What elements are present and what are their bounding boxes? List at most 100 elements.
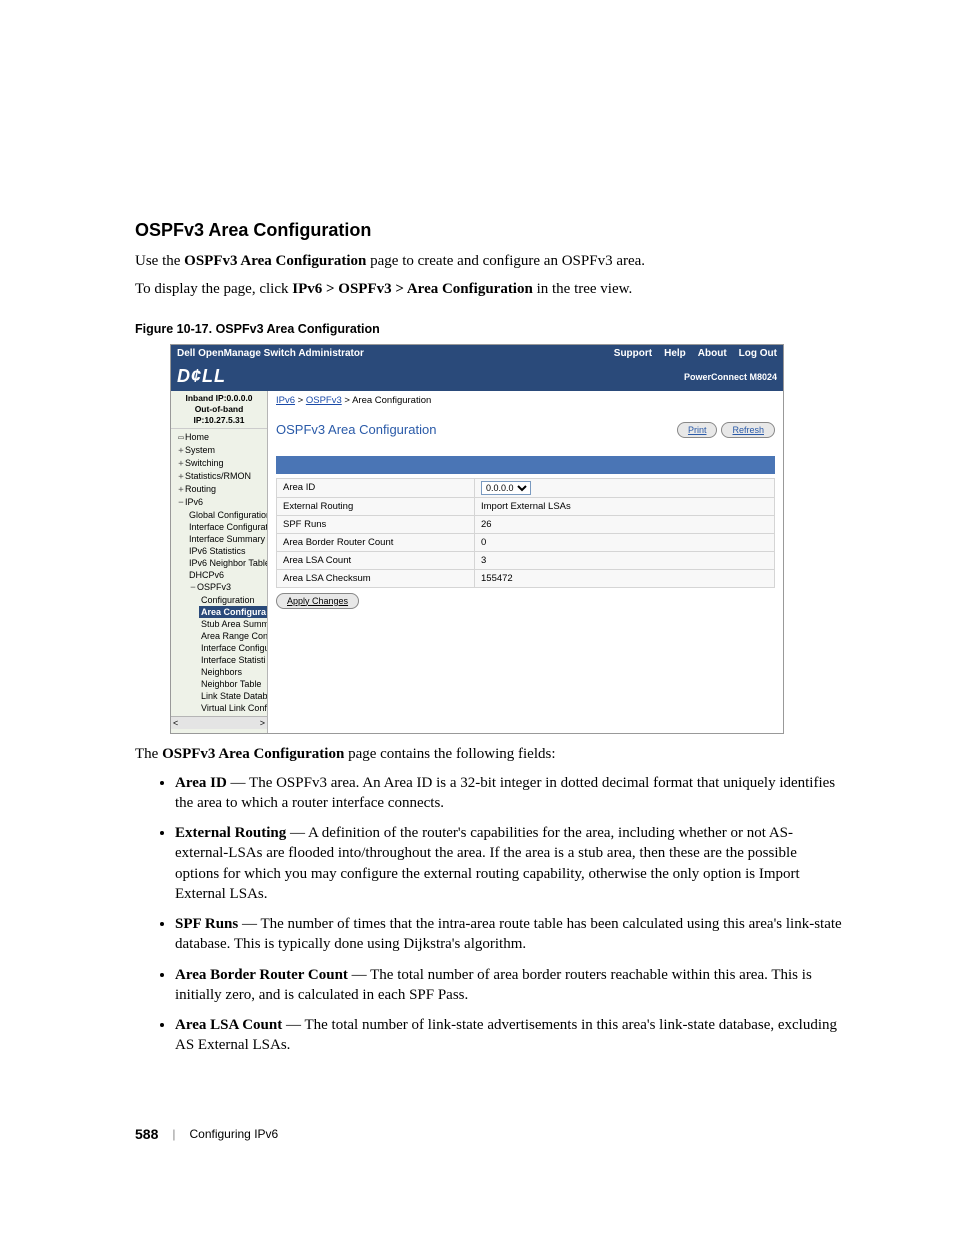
row-label: Area LSA Checksum (277, 569, 475, 587)
row-label: External Routing (277, 497, 475, 515)
tree-statistics[interactable]: +Statistics/RMON (175, 470, 267, 483)
inband-ip: Inband IP:0.0.0.0 (171, 393, 267, 404)
app-topbar: Dell OpenManage Switch Administrator Sup… (171, 345, 783, 363)
list-item: Area LSA Count — The total number of lin… (175, 1015, 844, 1056)
page-footer: 588 | Configuring IPv6 (135, 1126, 844, 1142)
row-label: Area LSA Count (277, 551, 475, 569)
tree-item[interactable]: Neighbors (199, 666, 267, 678)
help-link[interactable]: Help (664, 348, 686, 359)
about-link[interactable]: About (698, 348, 727, 359)
text: The (135, 746, 162, 762)
breadcrumb-ipv6[interactable]: IPv6 (276, 395, 295, 406)
nav-tree: ▭Home +System +Switching +Statistics/RMO… (171, 429, 267, 716)
tree-item[interactable]: IPv6 Statistics (187, 545, 267, 557)
breadcrumb-ospfv3[interactable]: OSPFv3 (306, 395, 342, 406)
tree-ospfv3[interactable]: −OSPFv3 (187, 581, 267, 594)
tree-item[interactable]: DHCPv6 (187, 569, 267, 581)
screenshot-panel: Dell OpenManage Switch Administrator Sup… (170, 344, 784, 734)
nav-sidebar: Inband IP:0.0.0.0 Out-of-band IP:10.27.5… (171, 391, 268, 733)
tree-item[interactable]: Area Range Con (199, 630, 267, 642)
breadcrumb: IPv6 > OSPFv3 > Area Configuration (268, 391, 783, 410)
print-button[interactable]: Print (677, 422, 718, 438)
tree-item[interactable]: Configuration (199, 594, 267, 606)
text: page to create and configure an OSPFv3 a… (366, 253, 645, 269)
text-bold: OSPFv3 Area Configuration (184, 253, 366, 269)
list-item: Area Border Router Count — The total num… (175, 965, 844, 1006)
table-row: Area Border Router Count 0 (277, 533, 775, 551)
tree-item[interactable]: Neighbor Table (199, 678, 267, 690)
config-table: Area ID 0.0.0.0 External Routing Import … (276, 478, 775, 588)
term: Area LSA Count (175, 1017, 282, 1033)
text-bold: IPv6 > OSPFv3 > Area Configuration (292, 281, 533, 297)
tree-item-selected[interactable]: Area Configura (199, 606, 267, 618)
refresh-button[interactable]: Refresh (721, 422, 775, 438)
table-row: External Routing Import External LSAs (277, 497, 775, 515)
term: SPF Runs (175, 916, 238, 932)
brand-bar: D¢LL PowerConnect M8024 (171, 363, 783, 391)
row-value: Import External LSAs (475, 497, 775, 515)
text: in the tree view. (533, 281, 632, 297)
scrollbar[interactable]: < > (171, 716, 267, 729)
list-item: SPF Runs — The number of times that the … (175, 914, 844, 955)
row-value: 3 (475, 551, 775, 569)
scroll-left-icon[interactable]: < (173, 718, 178, 728)
row-label: Area ID (277, 478, 475, 497)
chapter-name: Configuring IPv6 (189, 1127, 278, 1141)
model-label: PowerConnect M8024 (684, 372, 777, 382)
row-value: 155472 (475, 569, 775, 587)
table-row: SPF Runs 26 (277, 515, 775, 533)
intro-paragraph-2: To display the page, click IPv6 > OSPFv3… (135, 279, 844, 299)
tree-home[interactable]: ▭Home (175, 431, 267, 444)
term: External Routing (175, 825, 286, 841)
page-number: 588 (135, 1126, 158, 1142)
row-value: 0 (475, 533, 775, 551)
list-item: External Routing — A definition of the r… (175, 823, 844, 904)
row-value: 26 (475, 515, 775, 533)
text: To display the page, click (135, 281, 292, 297)
term: Area ID (175, 775, 227, 791)
section-heading: OSPFv3 Area Configuration (135, 220, 844, 241)
intro-paragraph-1: Use the OSPFv3 Area Configuration page t… (135, 251, 844, 271)
row-label: Area Border Router Count (277, 533, 475, 551)
tree-item[interactable]: Link State Datab (199, 690, 267, 702)
tree-item[interactable]: Interface Summary (187, 533, 267, 545)
tree-item[interactable]: IPv6 Neighbor Table (187, 557, 267, 569)
tree-system[interactable]: +System (175, 444, 267, 457)
list-item: Area ID — The OSPFv3 area. An Area ID is… (175, 773, 844, 814)
app-title: Dell OpenManage Switch Administrator (177, 348, 364, 359)
logout-link[interactable]: Log Out (739, 348, 777, 359)
breadcrumb-current: Area Configuration (352, 395, 431, 406)
scroll-right-icon[interactable]: > (260, 718, 265, 728)
row-label: SPF Runs (277, 515, 475, 533)
text: Use the (135, 253, 184, 269)
content-pane: IPv6 > OSPFv3 > Area Configuration OSPFv… (268, 391, 783, 733)
figure-caption: Figure 10-17. OSPFv3 Area Configuration (135, 322, 844, 336)
tree-item[interactable]: Interface Statisti (199, 654, 267, 666)
field-list: Area ID — The OSPFv3 area. An Area ID is… (135, 773, 844, 1056)
desc: — The OSPFv3 area. An Area ID is a 32-bi… (175, 775, 835, 811)
text: page contains the following fields: (344, 746, 555, 762)
tree-item[interactable]: Global Configuration (187, 509, 267, 521)
panel-title: OSPFv3 Area Configuration (276, 422, 436, 437)
desc: — The number of times that the intra-are… (175, 916, 842, 952)
apply-changes-button[interactable]: Apply Changes (276, 593, 359, 609)
area-id-select[interactable]: 0.0.0.0 (481, 481, 531, 495)
dell-logo: D¢LL (177, 366, 226, 387)
tree-switching[interactable]: +Switching (175, 457, 267, 470)
tree-routing[interactable]: +Routing (175, 483, 267, 496)
tree-item[interactable]: Interface Configurat (187, 521, 267, 533)
text-bold: OSPFv3 Area Configuration (162, 746, 344, 762)
support-link[interactable]: Support (614, 348, 652, 359)
term: Area Border Router Count (175, 967, 348, 983)
table-row: Area LSA Count 3 (277, 551, 775, 569)
outband-ip: Out-of-band IP:10.27.5.31 (171, 404, 267, 426)
ip-info: Inband IP:0.0.0.0 Out-of-band IP:10.27.5… (171, 391, 267, 429)
table-row: Area ID 0.0.0.0 (277, 478, 775, 497)
tree-item[interactable]: Stub Area Summ (199, 618, 267, 630)
section-bar (276, 456, 775, 474)
after-figure-text: The OSPFv3 Area Configuration page conta… (135, 746, 844, 763)
tree-item[interactable]: Virtual Link Conf (199, 702, 267, 714)
tree-item[interactable]: Interface Configu (199, 642, 267, 654)
tree-ipv6[interactable]: −IPv6 (175, 496, 267, 509)
table-row: Area LSA Checksum 155472 (277, 569, 775, 587)
